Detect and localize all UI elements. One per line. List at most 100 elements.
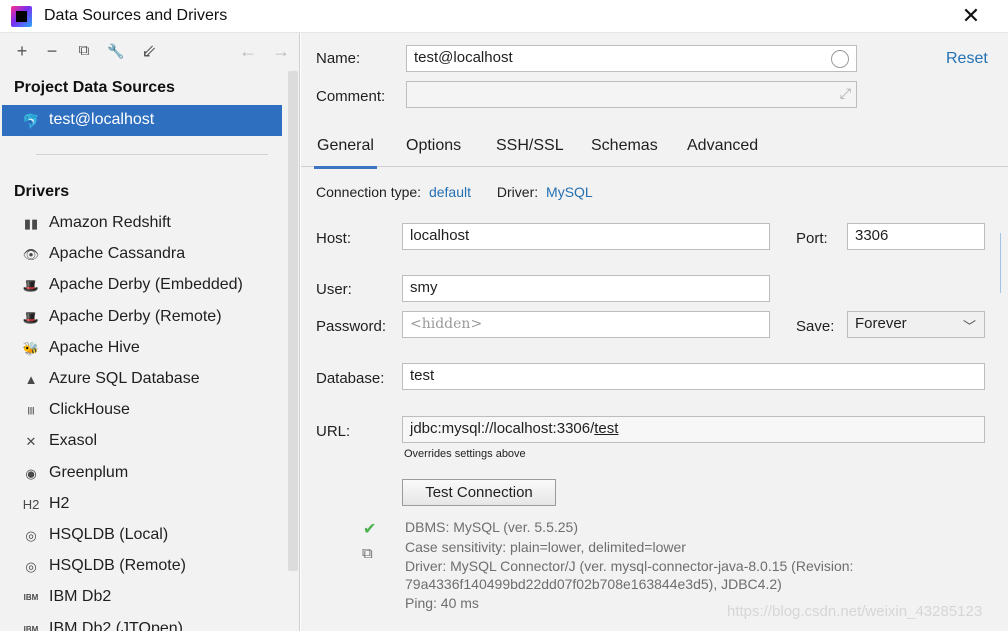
password-input[interactable]: <hidden>: [402, 311, 770, 338]
url-input[interactable]: jdbc:mysql://localhost:3306/test: [402, 416, 985, 443]
driver-item[interactable]: ✕ Exasol: [2, 426, 282, 457]
driver-item[interactable]: ◎ HSQLDB (Remote): [2, 551, 282, 582]
name-input[interactable]: test@localhost: [406, 45, 857, 72]
url-label: URL:: [316, 423, 351, 440]
database-input[interactable]: test: [402, 363, 985, 390]
driver-item[interactable]: ◉ Greenplum: [2, 458, 282, 489]
driver-label: Apache Derby (Remote): [49, 307, 222, 325]
data-source-label: test@localhost: [49, 111, 155, 128]
remove-icon[interactable]: −: [40, 39, 64, 63]
driver-label: Greenplum: [49, 463, 129, 481]
info-driver-revision: 79a4336f140499bd22dd07f02b708e163844e3d5…: [405, 576, 782, 592]
window-edge-indicator: [1000, 233, 1008, 293]
user-input[interactable]: smy: [402, 275, 770, 302]
driver-label: Driver:: [496, 184, 539, 200]
port-value: 3306: [855, 227, 889, 244]
driver-icon: ▮▮: [23, 216, 39, 231]
port-label: Port:: [796, 230, 828, 247]
save-select[interactable]: Forever ﹀: [847, 311, 985, 338]
reset-link[interactable]: Reset: [946, 50, 988, 68]
info-driver: Driver: MySQL Connector/J (ver. mysql-co…: [405, 558, 854, 574]
driver-link[interactable]: MySQL: [546, 184, 593, 200]
duplicate-icon[interactable]: ⧉: [72, 39, 96, 63]
driver-label: ClickHouse: [49, 401, 130, 419]
driver-icon: 🎩: [22, 278, 40, 294]
driver-label: IBM Db2: [49, 588, 112, 606]
driver-item[interactable]: IBM IBM Db2: [2, 582, 282, 613]
close-button[interactable]: ✕: [958, 2, 984, 30]
window-title: Data Sources and Drivers: [44, 7, 228, 24]
connection-type-label: Connection type:: [316, 184, 422, 200]
data-source-item[interactable]: 🐬 test@localhost: [2, 105, 282, 136]
driver-label: Amazon Redshift: [49, 214, 171, 231]
driver-icon: ✕: [25, 434, 37, 450]
url-prefix: jdbc:mysql://localhost:3306/: [410, 420, 595, 437]
back-icon[interactable]: ←: [236, 39, 260, 63]
driver-label: Apache Cassandra: [49, 245, 186, 263]
driver-icon: 🐝: [22, 340, 40, 356]
driver-icon: |||: [27, 406, 35, 416]
driver-item[interactable]: 🎩 Apache Derby (Embedded): [2, 270, 282, 301]
main-panel: Name: test@localhost Reset Comment: ⤢ Ge…: [301, 33, 1008, 631]
driver-item[interactable]: ||| ClickHouse: [2, 395, 282, 426]
driver-icon: ◎: [25, 559, 37, 575]
expand-icon[interactable]: ⤢: [840, 85, 851, 102]
divider: [36, 154, 268, 155]
title-bar: Data Sources and Drivers ✕: [0, 0, 1008, 33]
driver-item[interactable]: 👁 Apache Cassandra: [2, 239, 282, 270]
tab-ssh-ssl[interactable]: SSH/SSL: [496, 137, 564, 155]
name-label: Name:: [316, 50, 361, 67]
tab-general[interactable]: General: [314, 137, 377, 169]
tab-advanced[interactable]: Advanced: [687, 137, 758, 155]
tab-bar: General Options SSH/SSL Schemas Advanced: [301, 129, 1008, 169]
wrench-icon[interactable]: 🔧: [104, 39, 128, 63]
driver-label: HSQLDB (Local): [49, 526, 169, 543]
driver-label: Azure SQL Database: [49, 370, 200, 387]
driver-item[interactable]: 🐝 Apache Hive: [2, 333, 282, 364]
forward-icon[interactable]: →: [269, 39, 293, 63]
info-dbms: DBMS: MySQL (ver. 5.5.25): [405, 519, 578, 535]
tab-schemas[interactable]: Schemas: [591, 137, 658, 155]
driver-item[interactable]: H2 H2: [2, 489, 282, 520]
sidebar: + − ⧉ 🔧 ⇙ ← → Project Data Sources 🐬 tes…: [0, 33, 300, 631]
project-data-sources-header: Project Data Sources: [14, 79, 175, 96]
driver-item[interactable]: ▮▮ Amazon Redshift: [2, 208, 282, 239]
add-icon[interactable]: +: [10, 39, 34, 63]
driver-icon: ◉: [25, 465, 37, 481]
tab-options[interactable]: Options: [406, 137, 461, 155]
driver-icon: IBM: [23, 593, 39, 603]
host-input[interactable]: localhost: [402, 223, 770, 250]
driver-icon: 👁: [22, 247, 40, 263]
chevron-down-icon: ﹀: [962, 319, 976, 334]
save-label: Save:: [796, 318, 835, 335]
copy-icon[interactable]: ⧉: [362, 545, 373, 562]
database-label: Database:: [316, 370, 385, 387]
driver-icon: ◎: [25, 528, 37, 543]
driver-item[interactable]: ▲ Azure SQL Database: [2, 364, 282, 395]
connection-type-link[interactable]: default: [429, 184, 471, 200]
driver-item[interactable]: ◎ HSQLDB (Local): [2, 520, 282, 551]
driver-icon: ▲: [24, 372, 38, 387]
driver-item[interactable]: 🎩 Apache Derby (Remote): [2, 302, 282, 333]
save-value: Forever: [855, 315, 907, 332]
color-circle-icon[interactable]: [831, 50, 849, 68]
comment-input[interactable]: ⤢: [406, 81, 857, 108]
url-database: test: [594, 420, 619, 437]
check-icon: ✔: [363, 521, 377, 538]
port-input[interactable]: 3306: [847, 223, 985, 250]
host-label: Host:: [316, 230, 352, 247]
driver-icon: 🎩: [22, 309, 40, 325]
test-connection-button[interactable]: Test Connection: [402, 479, 556, 506]
driver-label: Exasol: [49, 432, 98, 450]
driver-icon: IBM: [23, 624, 39, 631]
import-icon[interactable]: ⇙: [137, 39, 161, 63]
driver-item[interactable]: IBM IBM Db2 (JTOpen): [2, 614, 282, 631]
mysql-dolphin-icon: 🐬: [22, 113, 40, 129]
sidebar-scrollbar[interactable]: [288, 71, 298, 571]
password-label: Password:: [316, 318, 387, 335]
intellij-app-icon: [11, 6, 32, 27]
database-value: test: [410, 367, 435, 384]
url-hint: Overrides settings above: [404, 448, 526, 460]
comment-label: Comment:: [316, 88, 386, 105]
watermark: https://blog.csdn.net/weixin_43285123: [727, 603, 983, 620]
